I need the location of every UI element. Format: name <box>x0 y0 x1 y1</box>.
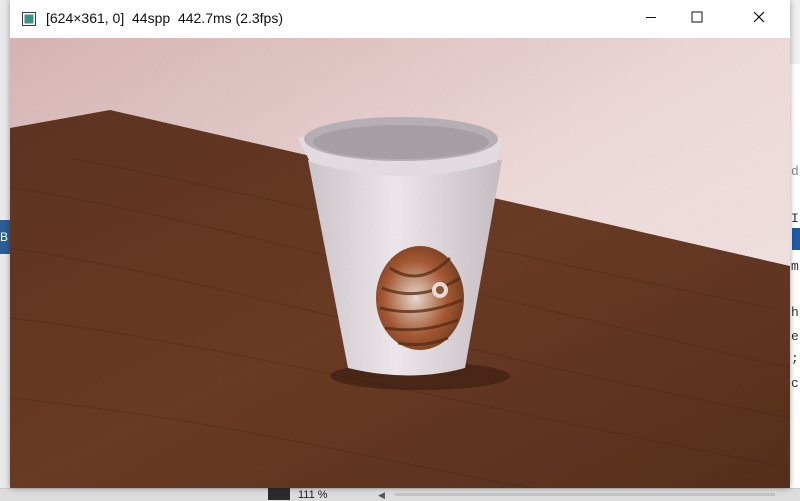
window-titlebar[interactable]: [624×361, 0] 44spp 442.7ms (2.3fps) <box>10 0 790 38</box>
minimize-button[interactable] <box>628 0 674 38</box>
background-right-panel <box>790 0 800 500</box>
horizontal-scrollbar[interactable] <box>395 493 775 496</box>
background-text-char: e <box>791 329 799 344</box>
background-text-char: h <box>791 305 799 320</box>
maximize-icon <box>691 10 703 28</box>
background-text-char: ; <box>791 351 799 366</box>
background-text-char: I <box>791 211 799 226</box>
maximize-button[interactable] <box>674 0 720 38</box>
background-text-char: d <box>791 164 799 179</box>
rendered-scene <box>10 38 790 488</box>
render-preview-window: [624×361, 0] 44spp 442.7ms (2.3fps) <box>10 0 790 488</box>
background-text-char: m <box>791 259 799 274</box>
scroll-left-arrow-icon[interactable]: ◀ <box>378 490 385 501</box>
background-text-char: c <box>791 376 799 391</box>
app-window-icon <box>22 12 36 26</box>
close-icon <box>753 10 765 28</box>
minimize-icon <box>645 10 657 28</box>
background-right-header <box>790 0 800 64</box>
nautilus-shell-decal <box>376 246 464 350</box>
background-zoom-level[interactable]: 111 % <box>298 490 328 501</box>
close-button[interactable] <box>736 0 782 38</box>
background-left-tab-label: B <box>0 230 9 244</box>
background-status-block <box>268 488 290 500</box>
render-viewport[interactable] <box>10 38 790 488</box>
background-right-selection <box>792 228 800 250</box>
window-title: [624×361, 0] 44spp 442.7ms (2.3fps) <box>46 10 283 26</box>
